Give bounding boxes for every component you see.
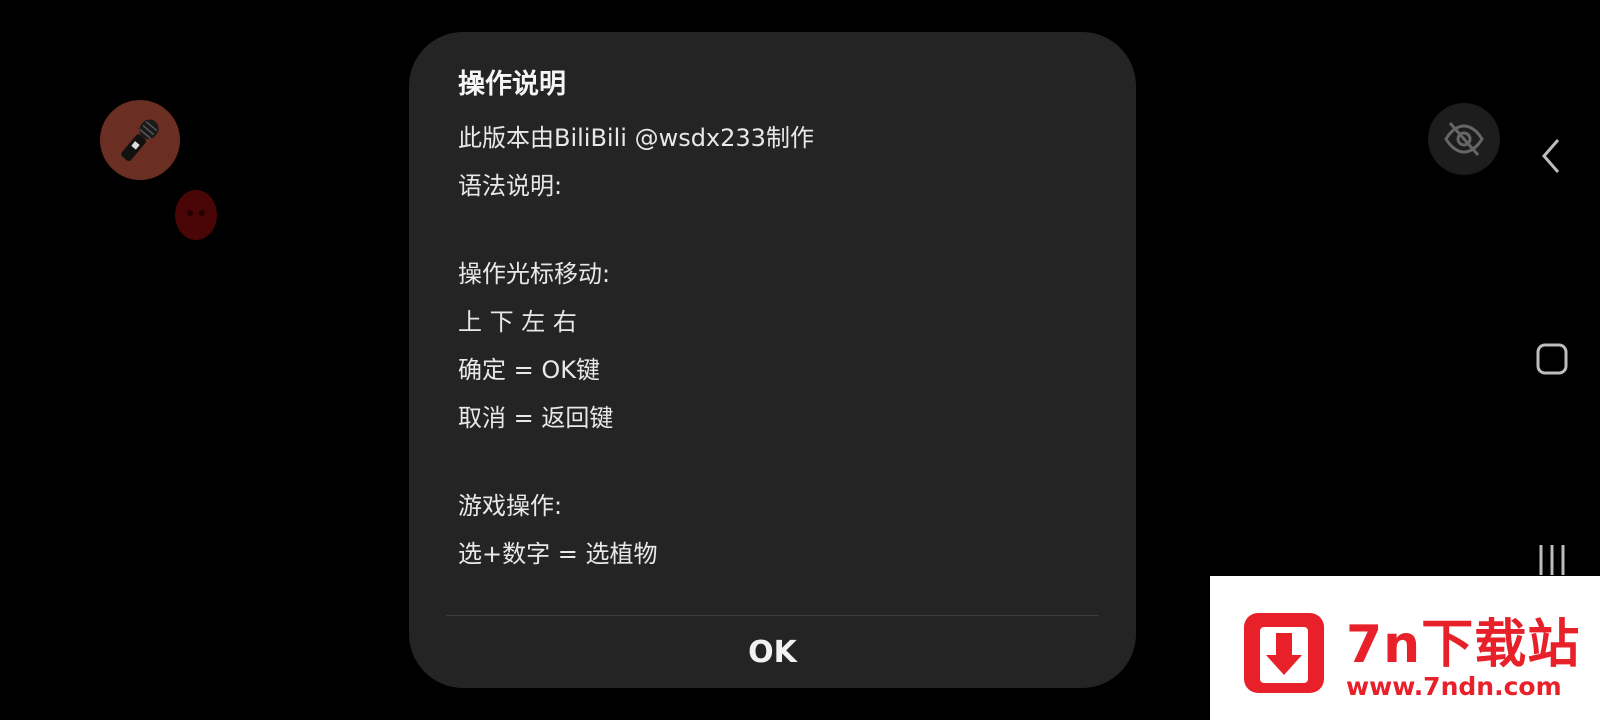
download-logo — [1244, 613, 1324, 693]
body-line-syntax-heading: 语法说明: — [458, 172, 563, 200]
nav-back-button[interactable] — [1536, 136, 1566, 180]
recents-icon — [1539, 545, 1565, 575]
dialog-body[interactable]: 此版本由BiliBili @wsdx233制作 语法说明: 操作光标移动: 上 … — [458, 114, 1098, 614]
body-line-blank — [458, 442, 1098, 482]
ok-button[interactable]: OK — [409, 616, 1136, 688]
download-arrow-icon — [1260, 627, 1308, 683]
dialog-title: 操作说明 — [458, 69, 566, 100]
watermark-title: 7n下载站 — [1346, 615, 1581, 675]
body-line-blank — [458, 210, 1098, 250]
microphone-icon — [121, 119, 159, 162]
instructions-dialog: 操作说明 此版本由BiliBili @wsdx233制作 语法说明: 操作光标移… — [409, 32, 1136, 688]
back-icon — [1542, 139, 1560, 173]
body-line-cancel: 取消 = 返回键 — [458, 404, 614, 432]
body-line-credit: 此版本由BiliBili @wsdx233制作 — [458, 124, 814, 152]
nav-home-button[interactable] — [1535, 342, 1569, 380]
watermark-url: www.7ndn.com — [1346, 672, 1562, 701]
body-line-game-heading: 游戏操作: — [458, 492, 563, 520]
body-line-select-plant: 选+数字 = 选植物 — [458, 540, 658, 568]
body-line-cursor-heading: 操作光标移动: — [458, 260, 611, 288]
body-line-directions: 上 下 左 右 — [458, 308, 577, 336]
mic-button[interactable] — [100, 100, 180, 180]
game-character-sprite — [175, 190, 217, 240]
home-icon — [1536, 343, 1568, 375]
game-screen: 操作说明 此版本由BiliBili @wsdx233制作 语法说明: 操作光标移… — [0, 0, 1600, 720]
hide-overlay-button[interactable] — [1428, 103, 1500, 175]
site-watermark: 7n下载站 www.7ndn.com — [1210, 576, 1600, 720]
eye-off-icon — [1444, 122, 1484, 156]
body-line-confirm: 确定 = OK键 — [458, 356, 600, 384]
